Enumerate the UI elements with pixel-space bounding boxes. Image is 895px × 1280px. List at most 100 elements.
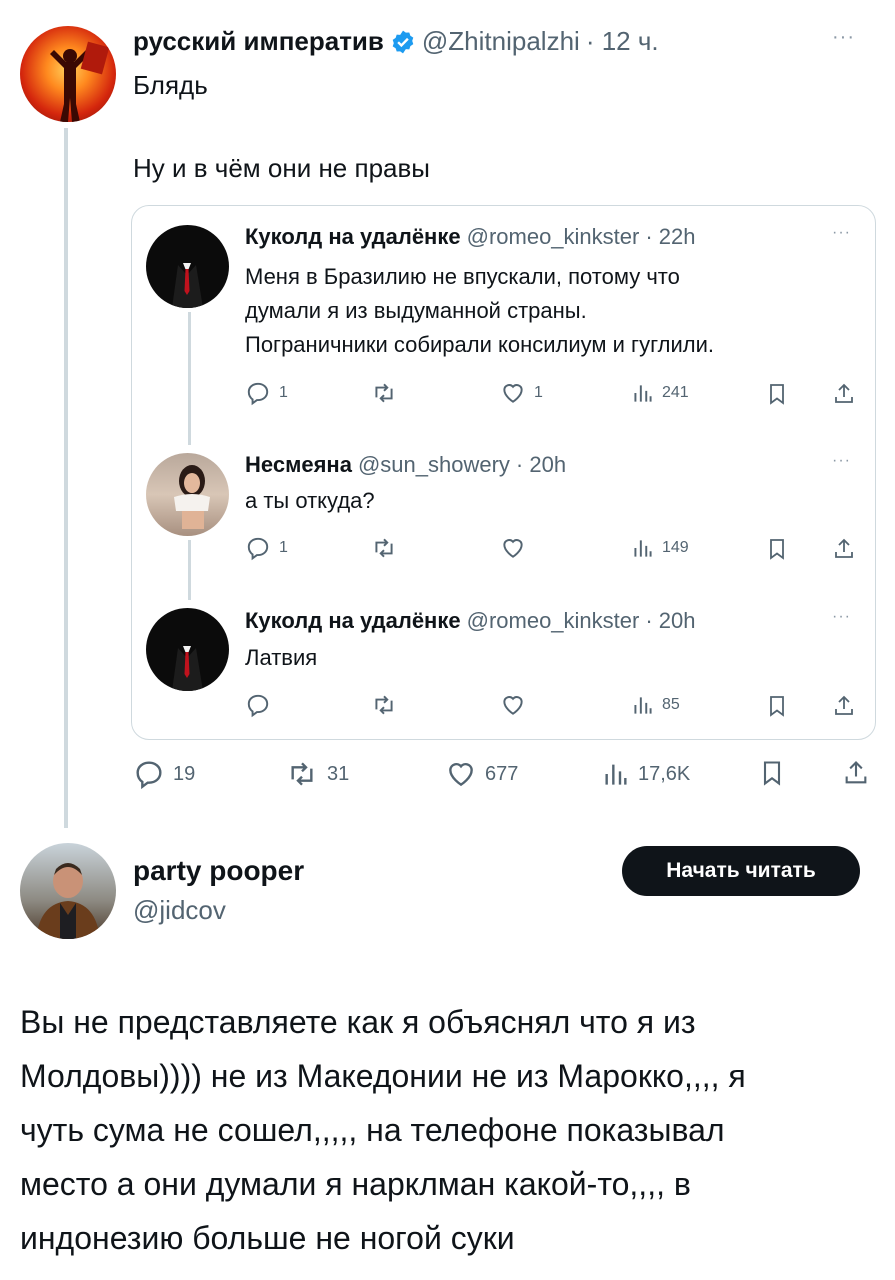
- tweet-text-line: Латвия: [245, 645, 318, 670]
- follow-button[interactable]: Начать читать: [622, 846, 860, 896]
- repost-icon: [375, 538, 393, 558]
- author-handle[interactable]: @romeo_kinkster: [467, 608, 640, 634]
- like-button[interactable]: [500, 692, 526, 718]
- verified-badge-icon: [392, 30, 414, 53]
- reply-icon: [136, 761, 162, 790]
- repost-button[interactable]: [370, 692, 398, 718]
- reply-text-line: место а они думали я нарклман какой-то,,…: [20, 1166, 691, 1202]
- reply-button[interactable]: 1: [245, 535, 288, 561]
- reply-text-line: индонезию больше не ногой суки: [20, 1220, 515, 1256]
- person-photo-icon: [36, 863, 100, 939]
- share-button[interactable]: [832, 692, 856, 720]
- bookmark-button[interactable]: [765, 535, 789, 563]
- tweet-time[interactable]: · 22h: [645, 224, 695, 250]
- more-options-icon[interactable]: ···: [832, 26, 855, 49]
- repost-button[interactable]: 31: [285, 758, 349, 790]
- views-chart-icon: [634, 697, 652, 714]
- like-count: 677: [485, 762, 519, 785]
- thread-line: [188, 312, 191, 445]
- heart-icon: [503, 539, 523, 558]
- bookmark-icon: [763, 761, 781, 786]
- reply-button[interactable]: [245, 692, 271, 718]
- more-options-icon[interactable]: ···: [832, 608, 851, 626]
- like-button[interactable]: 677: [445, 758, 518, 790]
- reply-icon: [247, 537, 269, 561]
- reply-icon: [247, 382, 269, 406]
- author-handle[interactable]: @romeo_kinkster: [467, 224, 640, 250]
- share-icon: [845, 761, 867, 784]
- thread-line: [188, 540, 191, 600]
- share-icon: [835, 695, 853, 715]
- tweet-time[interactable]: · 20h: [645, 608, 695, 634]
- views-chart-icon: [634, 540, 652, 557]
- views-count: 17,6K: [638, 762, 691, 785]
- repost-icon: [291, 762, 313, 786]
- more-options-icon[interactable]: ···: [832, 224, 851, 242]
- author-name[interactable]: русский императив: [133, 26, 384, 57]
- share-button[interactable]: [832, 535, 856, 563]
- heart-icon: [503, 384, 523, 403]
- repost-button[interactable]: [370, 535, 398, 561]
- author-handle[interactable]: @sun_showery: [358, 452, 510, 478]
- views-count: 149: [662, 539, 689, 556]
- tweet-text-line: Ну и в чём они не правы: [133, 153, 430, 183]
- avatar[interactable]: [146, 453, 229, 536]
- views-button[interactable]: 149: [632, 535, 689, 561]
- views-chart-icon: [634, 385, 652, 402]
- tweet-text-line: Меня в Бразилию не впускали, потому что: [245, 264, 680, 289]
- reply-count: 1: [279, 539, 288, 556]
- views-count: 241: [662, 384, 689, 401]
- share-button[interactable]: [832, 380, 856, 408]
- share-icon: [835, 383, 853, 403]
- tweet-text-line: Пограничники собирали консилиум и гуглил…: [245, 332, 714, 357]
- reply-icon: [247, 694, 269, 718]
- author-name[interactable]: Куколд на удалёнке: [245, 224, 461, 250]
- reply-text-line: Вы не представляете как я объяснял что я…: [20, 1004, 696, 1040]
- repost-button[interactable]: [370, 380, 398, 406]
- heart-icon: [449, 762, 473, 787]
- tweet-time[interactable]: · 12 ч.: [586, 26, 659, 57]
- avatar[interactable]: [146, 608, 229, 691]
- avatar[interactable]: [20, 26, 116, 122]
- bookmark-button[interactable]: [765, 692, 789, 720]
- repost-count: 31: [327, 762, 350, 785]
- reply-text-line: Молдовы)))) не из Македонии не из Марокк…: [20, 1058, 746, 1094]
- like-button[interactable]: 1: [500, 380, 543, 406]
- views-button[interactable]: 85: [632, 692, 680, 718]
- repost-icon: [375, 695, 393, 715]
- bookmark-button[interactable]: [765, 380, 789, 408]
- views-button[interactable]: 17,6K: [602, 758, 690, 790]
- silhouette-icon: [50, 41, 110, 122]
- author-name[interactable]: Несмеяна: [245, 452, 352, 478]
- bookmark-icon: [770, 384, 784, 405]
- more-options-icon[interactable]: ···: [832, 452, 851, 470]
- reply-button[interactable]: 1: [245, 380, 288, 406]
- avatar[interactable]: [146, 225, 229, 308]
- author-name[interactable]: Куколд на удалёнке: [245, 608, 461, 634]
- avatar[interactable]: [20, 843, 116, 939]
- views-button[interactable]: 241: [632, 380, 689, 406]
- reply-text-line: чуть сума не сошел,,,,, на телефоне пока…: [20, 1112, 725, 1148]
- tweet-time[interactable]: · 20h: [516, 452, 566, 478]
- share-button[interactable]: [842, 756, 870, 790]
- thread-line: [64, 128, 68, 828]
- like-count: 1: [534, 384, 543, 401]
- profile-name[interactable]: party pooper: [133, 855, 304, 887]
- tweet-text-line: Блядь: [133, 70, 208, 100]
- bookmark-icon: [770, 539, 784, 560]
- share-icon: [835, 538, 853, 558]
- views-count: 85: [662, 696, 680, 713]
- repost-icon: [375, 383, 393, 403]
- heart-icon: [503, 696, 523, 715]
- like-button[interactable]: [500, 535, 526, 561]
- reply-count: 1: [279, 384, 288, 401]
- suit-avatar-icon: [172, 263, 203, 308]
- author-handle[interactable]: @Zhitnipalzhi: [422, 26, 580, 57]
- suit-avatar-icon: [172, 646, 203, 691]
- profile-handle[interactable]: @jidcov: [133, 895, 226, 926]
- person-photo-icon: [174, 465, 210, 529]
- tweet-text-line: а ты откуда?: [245, 488, 375, 513]
- views-chart-icon: [605, 764, 627, 785]
- bookmark-button[interactable]: [758, 756, 786, 790]
- reply-button[interactable]: 19: [133, 758, 195, 790]
